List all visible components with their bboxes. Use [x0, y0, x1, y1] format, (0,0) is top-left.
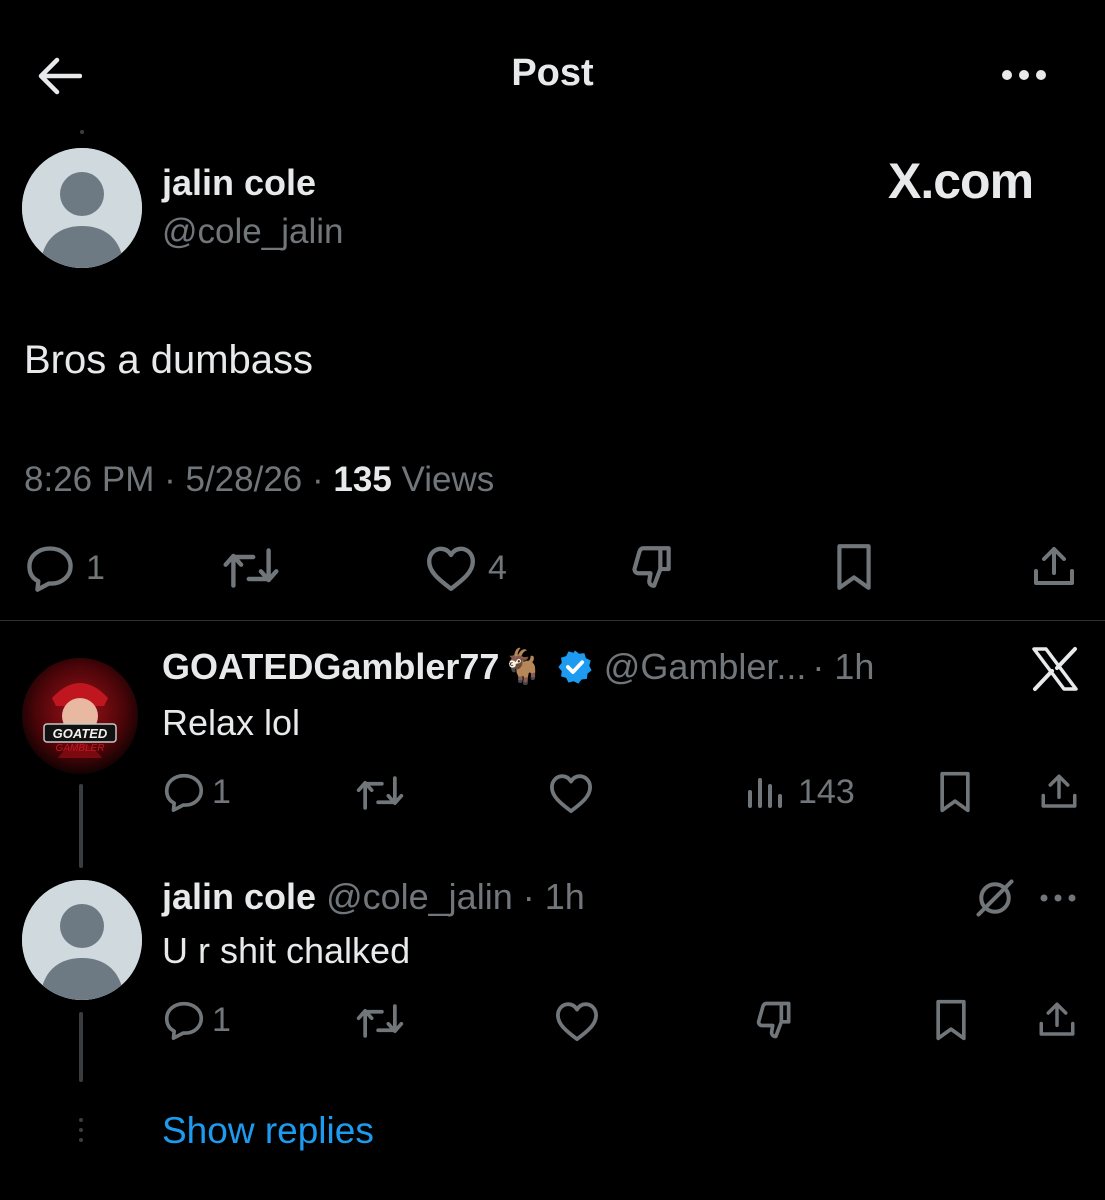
- downvote-icon: [632, 546, 671, 588]
- more-options-button[interactable]: [1038, 888, 1078, 908]
- bookmark-icon: [936, 999, 966, 1041]
- share-button[interactable]: [1030, 542, 1078, 592]
- more-icon: [1002, 70, 1046, 80]
- reply-header: GOATEDGambler77 🐐 @Gambler... · 1h: [162, 646, 874, 688]
- reply-time: · 1h: [812, 646, 875, 687]
- page-title: Post: [511, 52, 594, 94]
- reply-button[interactable]: 1: [162, 1000, 231, 1040]
- post-date: 5/28/26: [185, 460, 303, 499]
- more-icon: [1040, 894, 1076, 902]
- bookmark-button[interactable]: [830, 542, 878, 592]
- avatar-text: GOATED: [53, 726, 108, 741]
- default-avatar-icon: [22, 148, 142, 268]
- views-label: Views: [401, 460, 495, 499]
- grok-icon: [976, 879, 1014, 917]
- thread-dot: [79, 1138, 83, 1142]
- like-icon: [556, 1002, 598, 1042]
- watermark-text: X.com: [888, 153, 1034, 209]
- repost-button[interactable]: [354, 1002, 406, 1040]
- author-name[interactable]: GOATEDGambler77: [162, 646, 499, 688]
- share-icon: [1039, 1002, 1075, 1036]
- like-button[interactable]: 4: [424, 544, 507, 592]
- downvote-button[interactable]: [626, 542, 678, 592]
- downvote-button[interactable]: [752, 998, 796, 1042]
- avatar[interactable]: [22, 148, 142, 268]
- thread-line: [79, 1012, 83, 1082]
- share-button[interactable]: [1036, 998, 1078, 1042]
- reply-button[interactable]: 1: [162, 772, 231, 812]
- like-count: 4: [488, 548, 507, 587]
- reply-count: 1: [212, 1000, 231, 1039]
- like-icon: [550, 774, 592, 814]
- retweet-icon: [356, 1004, 404, 1038]
- author-handle[interactable]: @cole_jalin: [162, 212, 343, 252]
- reply-icon: [164, 773, 204, 812]
- watermark: X.com: [888, 152, 1034, 210]
- default-avatar-icon: [22, 880, 142, 1000]
- reply-time: · 1h: [522, 876, 585, 917]
- more-options-button[interactable]: [998, 62, 1050, 88]
- reply-text: Relax lol: [162, 702, 301, 743]
- avatar[interactable]: GOATED GAMBLER: [22, 658, 138, 774]
- goated-gambler-avatar: GOATED GAMBLER: [22, 658, 138, 774]
- retweet-icon: [223, 548, 279, 588]
- views-count: 143: [798, 772, 855, 811]
- repost-button[interactable]: [354, 774, 406, 812]
- bookmark-icon: [837, 544, 871, 590]
- post-text: Bros a dumbass: [24, 338, 314, 382]
- thread-line: [79, 784, 83, 868]
- meta-separator: ·: [164, 460, 176, 499]
- x-logo-icon: [1032, 647, 1078, 691]
- reply-icon: [27, 546, 73, 592]
- author-handle[interactable]: @Gambler...: [604, 646, 807, 688]
- reply-text: U r shit chalked: [162, 930, 411, 971]
- reply-count: 1: [212, 772, 231, 811]
- author-name[interactable]: jalin cole: [162, 876, 316, 917]
- show-replies-link[interactable]: Show replies: [162, 1110, 374, 1152]
- views-count: 135: [333, 460, 392, 499]
- x-logo: [1030, 646, 1080, 692]
- downvote-icon: [756, 1001, 791, 1039]
- bookmark-button[interactable]: [930, 998, 972, 1042]
- views-icon: [748, 778, 782, 808]
- bookmark-button[interactable]: [934, 770, 976, 814]
- post-time: 8:26 PM: [24, 460, 155, 499]
- meta-separator: ·: [312, 460, 324, 499]
- avatar[interactable]: [22, 880, 142, 1000]
- views-button[interactable]: 143: [744, 772, 855, 812]
- thread-dot: [79, 1118, 83, 1122]
- goat-emoji: 🐐: [501, 648, 544, 686]
- reply-icon: [164, 1001, 204, 1040]
- thread-connector: [80, 130, 84, 134]
- avatar-text: GAMBLER: [56, 743, 105, 754]
- share-button[interactable]: [1038, 770, 1080, 814]
- like-button[interactable]: [548, 772, 594, 814]
- repost-button[interactable]: [220, 546, 282, 590]
- author-handle[interactable]: @cole_jalin: [326, 876, 513, 917]
- like-icon: [427, 546, 475, 591]
- bookmark-icon: [940, 771, 970, 813]
- share-icon: [1041, 774, 1077, 808]
- reply-header: jalin cole @cole_jalin · 1h: [162, 876, 585, 918]
- author-name[interactable]: jalin cole: [162, 162, 316, 204]
- grok-button[interactable]: [972, 876, 1018, 920]
- retweet-icon: [356, 776, 404, 810]
- post-meta: 8:26 PM · 5/28/26 · 135 Views: [24, 460, 494, 500]
- thread-dot: [79, 1128, 83, 1132]
- share-icon: [1034, 547, 1074, 585]
- verified-icon: [558, 650, 592, 684]
- reply-button[interactable]: 1: [24, 544, 105, 592]
- divider: [0, 620, 1105, 621]
- like-button[interactable]: [554, 1000, 600, 1042]
- reply-count: 1: [86, 548, 105, 587]
